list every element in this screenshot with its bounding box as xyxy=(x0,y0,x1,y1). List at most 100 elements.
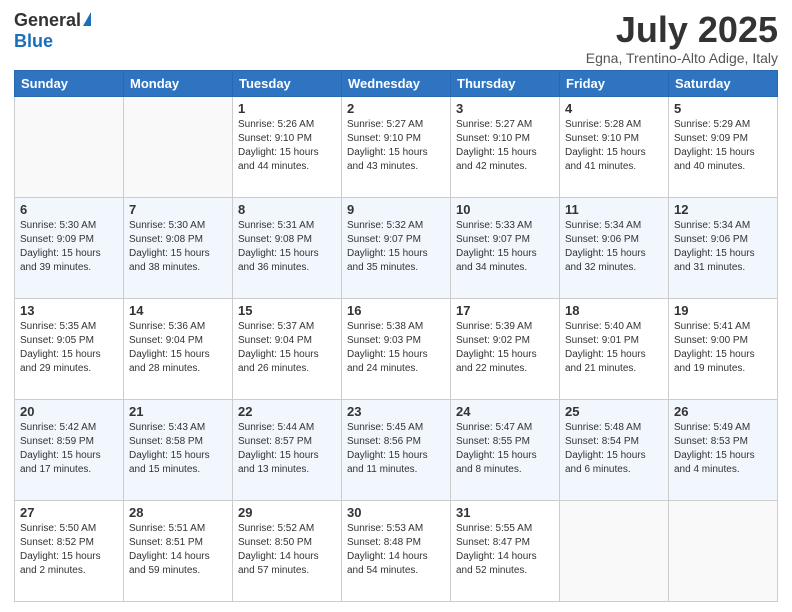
table-row: 6 Sunrise: 5:30 AMSunset: 9:09 PMDaylight… xyxy=(15,197,124,298)
day-info: Sunrise: 5:45 AMSunset: 8:56 PMDaylight:… xyxy=(347,421,445,477)
table-row: 8 Sunrise: 5:31 AMSunset: 9:08 PMDaylight… xyxy=(233,197,342,298)
location-subtitle: Egna, Trentino-Alto Adige, Italy xyxy=(586,50,778,66)
day-number: 21 xyxy=(129,404,227,419)
top-bar: General Blue July 2025 Egna, Trentino-Al… xyxy=(14,10,778,66)
day-info: Sunrise: 5:30 AMSunset: 9:09 PMDaylight:… xyxy=(20,219,118,275)
day-info: Sunrise: 5:28 AMSunset: 9:10 PMDaylight:… xyxy=(565,118,663,174)
day-info: Sunrise: 5:44 AMSunset: 8:57 PMDaylight:… xyxy=(238,421,336,477)
table-row xyxy=(124,96,233,197)
table-row: 31 Sunrise: 5:55 AMSunset: 8:47 PMDayligh… xyxy=(451,500,560,601)
table-row: 20Sunrise: 5:42 AMSunset: 8:59 PMDayligh… xyxy=(15,399,124,500)
day-number: 28 xyxy=(129,505,227,520)
header-monday: Monday xyxy=(124,70,233,96)
day-info: Sunrise: 5:27 AMSunset: 9:10 PMDaylight:… xyxy=(456,118,554,174)
day-info: Sunrise: 5:53 AMSunset: 8:48 PMDaylight:… xyxy=(347,522,445,578)
table-row: 11 Sunrise: 5:34 AMSunset: 9:06 PMDayligh… xyxy=(560,197,669,298)
day-info: Sunrise: 5:34 AMSunset: 9:06 PMDaylight:… xyxy=(565,219,663,275)
table-row: 4 Sunrise: 5:28 AMSunset: 9:10 PMDaylight… xyxy=(560,96,669,197)
table-row: 5Sunrise: 5:29 AMSunset: 9:09 PMDaylight… xyxy=(669,96,778,197)
day-info: Sunrise: 5:32 AMSunset: 9:07 PMDaylight:… xyxy=(347,219,445,275)
day-number: 1 xyxy=(238,101,336,116)
day-info: Sunrise: 5:48 AMSunset: 8:54 PMDaylight:… xyxy=(565,421,663,477)
day-info: Sunrise: 5:27 AMSunset: 9:10 PMDaylight:… xyxy=(347,118,445,174)
day-info: Sunrise: 5:36 AMSunset: 9:04 PMDaylight:… xyxy=(129,320,227,376)
day-info: Sunrise: 5:43 AMSunset: 8:58 PMDaylight:… xyxy=(129,421,227,477)
table-row: 28 Sunrise: 5:51 AMSunset: 8:51 PMDayligh… xyxy=(124,500,233,601)
logo-general: General xyxy=(14,10,81,31)
table-row: 1 Sunrise: 5:26 AMSunset: 9:10 PMDaylight… xyxy=(233,96,342,197)
table-row: 12 Sunrise: 5:34 AMSunset: 9:06 PMDayligh… xyxy=(669,197,778,298)
table-row: 9Sunrise: 5:32 AMSunset: 9:07 PMDaylight… xyxy=(342,197,451,298)
day-number: 29 xyxy=(238,505,336,520)
day-info: Sunrise: 5:26 AMSunset: 9:10 PMDaylight:… xyxy=(238,118,336,174)
day-number: 31 xyxy=(456,505,554,520)
day-number: 19 xyxy=(674,303,772,318)
header-wednesday: Wednesday xyxy=(342,70,451,96)
day-info: Sunrise: 5:51 AMSunset: 8:51 PMDaylight:… xyxy=(129,522,227,578)
header-friday: Friday xyxy=(560,70,669,96)
calendar-header-row: Sunday Monday Tuesday Wednesday Thursday… xyxy=(15,70,778,96)
table-row: 2Sunrise: 5:27 AMSunset: 9:10 PMDaylight… xyxy=(342,96,451,197)
header-thursday: Thursday xyxy=(451,70,560,96)
day-info: Sunrise: 5:41 AMSunset: 9:00 PMDaylight:… xyxy=(674,320,772,376)
day-number: 16 xyxy=(347,303,445,318)
day-number: 14 xyxy=(129,303,227,318)
table-row: 10 Sunrise: 5:33 AMSunset: 9:07 PMDayligh… xyxy=(451,197,560,298)
day-number: 18 xyxy=(565,303,663,318)
table-row: 30 Sunrise: 5:53 AMSunset: 8:48 PMDayligh… xyxy=(342,500,451,601)
day-number: 13 xyxy=(20,303,118,318)
header-saturday: Saturday xyxy=(669,70,778,96)
day-info: Sunrise: 5:47 AMSunset: 8:55 PMDaylight:… xyxy=(456,421,554,477)
table-row: 7Sunrise: 5:30 AMSunset: 9:08 PMDaylight… xyxy=(124,197,233,298)
day-number: 4 xyxy=(565,101,663,116)
day-number: 24 xyxy=(456,404,554,419)
day-info: Sunrise: 5:31 AMSunset: 9:08 PMDaylight:… xyxy=(238,219,336,275)
day-number: 22 xyxy=(238,404,336,419)
logo: General Blue xyxy=(14,10,91,52)
day-number: 17 xyxy=(456,303,554,318)
day-number: 30 xyxy=(347,505,445,520)
day-number: 11 xyxy=(565,202,663,217)
day-info: Sunrise: 5:37 AMSunset: 9:04 PMDaylight:… xyxy=(238,320,336,376)
day-number: 26 xyxy=(674,404,772,419)
header-sunday: Sunday xyxy=(15,70,124,96)
day-info: Sunrise: 5:55 AMSunset: 8:47 PMDaylight:… xyxy=(456,522,554,578)
table-row: 26 Sunrise: 5:49 AMSunset: 8:53 PMDayligh… xyxy=(669,399,778,500)
table-row: 17Sunrise: 5:39 AMSunset: 9:02 PMDayligh… xyxy=(451,298,560,399)
day-number: 8 xyxy=(238,202,336,217)
table-row xyxy=(669,500,778,601)
day-info: Sunrise: 5:50 AMSunset: 8:52 PMDaylight:… xyxy=(20,522,118,578)
day-number: 7 xyxy=(129,202,227,217)
table-row: 25 Sunrise: 5:48 AMSunset: 8:54 PMDayligh… xyxy=(560,399,669,500)
day-info: Sunrise: 5:40 AMSunset: 9:01 PMDaylight:… xyxy=(565,320,663,376)
day-info: Sunrise: 5:38 AMSunset: 9:03 PMDaylight:… xyxy=(347,320,445,376)
header-tuesday: Tuesday xyxy=(233,70,342,96)
table-row xyxy=(15,96,124,197)
day-info: Sunrise: 5:52 AMSunset: 8:50 PMDaylight:… xyxy=(238,522,336,578)
title-block: July 2025 Egna, Trentino-Alto Adige, Ita… xyxy=(586,10,778,66)
day-number: 25 xyxy=(565,404,663,419)
table-row: 29 Sunrise: 5:52 AMSunset: 8:50 PMDayligh… xyxy=(233,500,342,601)
table-row: 23 Sunrise: 5:45 AMSunset: 8:56 PMDayligh… xyxy=(342,399,451,500)
logo-triangle-icon xyxy=(83,12,91,26)
table-row xyxy=(560,500,669,601)
table-row: 24 Sunrise: 5:47 AMSunset: 8:55 PMDayligh… xyxy=(451,399,560,500)
day-number: 23 xyxy=(347,404,445,419)
table-row: 3 Sunrise: 5:27 AMSunset: 9:10 PMDaylight… xyxy=(451,96,560,197)
day-number: 12 xyxy=(674,202,772,217)
table-row: 27Sunrise: 5:50 AMSunset: 8:52 PMDayligh… xyxy=(15,500,124,601)
calendar-table: Sunday Monday Tuesday Wednesday Thursday… xyxy=(14,70,778,602)
day-number: 15 xyxy=(238,303,336,318)
page: General Blue July 2025 Egna, Trentino-Al… xyxy=(0,0,792,612)
month-title: July 2025 xyxy=(586,10,778,50)
logo-blue: Blue xyxy=(14,31,53,52)
day-number: 10 xyxy=(456,202,554,217)
day-number: 6 xyxy=(20,202,118,217)
day-info: Sunrise: 5:33 AMSunset: 9:07 PMDaylight:… xyxy=(456,219,554,275)
table-row: 22 Sunrise: 5:44 AMSunset: 8:57 PMDayligh… xyxy=(233,399,342,500)
day-number: 5 xyxy=(674,101,772,116)
table-row: 16 Sunrise: 5:38 AMSunset: 9:03 PMDayligh… xyxy=(342,298,451,399)
day-info: Sunrise: 5:34 AMSunset: 9:06 PMDaylight:… xyxy=(674,219,772,275)
day-number: 3 xyxy=(456,101,554,116)
day-info: Sunrise: 5:49 AMSunset: 8:53 PMDaylight:… xyxy=(674,421,772,477)
